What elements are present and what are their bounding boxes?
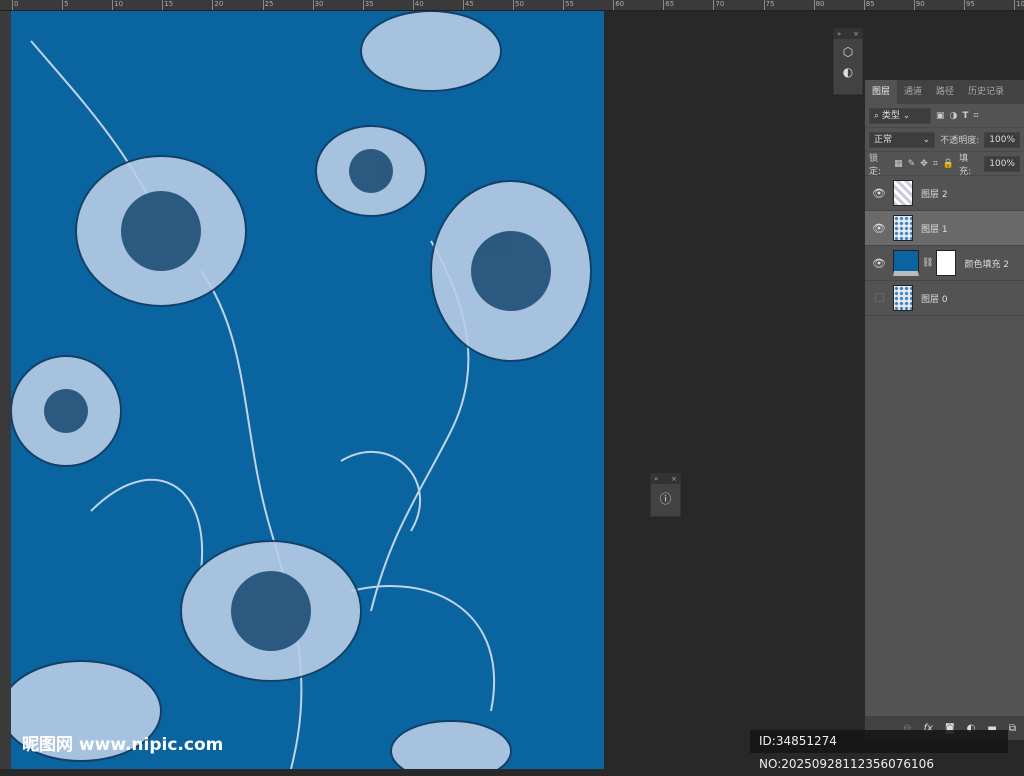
tab-paths[interactable]: 路径 [929, 80, 961, 104]
image-filter-icon[interactable]: ▣ [936, 111, 945, 121]
ruler-tick: 25 [262, 0, 273, 10]
mask-thumbnail [936, 250, 957, 276]
ruler-tick: 50 [513, 0, 524, 10]
lock-move-icon[interactable]: ✥ [920, 159, 928, 169]
layer-thumbnail [893, 285, 913, 311]
ruler-tick: 30 [312, 0, 324, 10]
id-label: ID:34851274 NO:20250928112356076106 [750, 730, 1008, 771]
3d-icon[interactable]: ⬡ [834, 45, 862, 59]
layer-name: 图层 1 [921, 224, 948, 235]
expand-icon[interactable]: » [654, 474, 658, 484]
visibility-eye-icon[interactable]: 👁 [865, 187, 893, 200]
ruler-tick: 90 [913, 0, 925, 10]
close-icon[interactable]: × [671, 474, 677, 484]
visibility-eye-icon[interactable]: 👁 [865, 222, 893, 235]
expand-icon[interactable]: » [837, 29, 841, 39]
ruler-tick: 35 [362, 0, 374, 10]
ruler-tick: 70 [713, 0, 724, 10]
lock-transparent-icon[interactable]: ▦ [894, 159, 903, 169]
horizontal-ruler[interactable]: 0 5 10 15 20 25 30 35 40 45 50 55 60 65 70 75 80 85 90 95 10… [0, 0, 1024, 11]
lock-label: 锁定: [869, 153, 882, 177]
lock-all-icon[interactable]: 🔒 [943, 159, 954, 169]
ruler-tick: 55 [563, 0, 574, 10]
visibility-toggle-empty[interactable] [865, 292, 893, 305]
ruler-tick: 85 [863, 0, 875, 10]
layer-row[interactable]: 👁 图层 1 [865, 211, 1024, 246]
visibility-eye-icon[interactable]: 👁 [865, 257, 893, 270]
ruler-tick: 15 [162, 0, 173, 10]
ruler-tick: 75 [763, 0, 774, 10]
layer-row[interactable]: 👁 图层 2 [865, 176, 1024, 211]
layer-row[interactable]: 图层 0 [865, 281, 1024, 316]
filter-select[interactable]: ⌕ 类型 ⌄ [869, 107, 931, 124]
ruler-tick: 0 [12, 0, 18, 10]
ruler-tick: 65 [663, 0, 674, 10]
tab-history[interactable]: 历史记录 [961, 80, 1011, 104]
ruler-tick: 40 [412, 0, 424, 10]
ruler-tick: 95 [963, 0, 975, 10]
tab-layers[interactable]: 图层 [865, 80, 898, 104]
info-icon[interactable]: ⓘ [651, 490, 680, 507]
ruler-tick: 20 [212, 0, 223, 10]
collapsed-panel-dock: » × ⬡ ◐ [833, 28, 863, 95]
fill-input[interactable]: 100% [984, 155, 1020, 172]
type-filter-icon[interactable]: T [962, 111, 968, 121]
new-layer-icon[interactable]: ⧉ [1009, 723, 1016, 734]
layer-name: 图层 2 [921, 189, 948, 200]
layer-name: 颜色填充 2 [964, 259, 1010, 270]
layer-name: 图层 0 [921, 294, 948, 305]
shape-filter-icon[interactable]: ⌗ [974, 111, 979, 121]
watermark: 昵图网 www.nipic.com [22, 735, 224, 755]
fill-thumbnail [893, 250, 919, 276]
ruler-tick: 60 [613, 0, 624, 10]
close-icon[interactable]: × [853, 29, 859, 39]
layer-thumbnail [893, 180, 913, 206]
ruler-tick: 100 [1014, 0, 1024, 10]
lock-brush-icon[interactable]: ✎ [908, 159, 916, 169]
lock-artboard-icon[interactable]: ⌗ [933, 159, 938, 169]
floral-pattern [11, 11, 592, 769]
adjustments-icon[interactable]: ◐ [834, 65, 862, 79]
document-canvas[interactable] [11, 11, 604, 769]
ruler-tick: 10 [112, 0, 123, 10]
search-icon: ⌕ [874, 110, 880, 121]
vertical-ruler[interactable] [0, 11, 11, 769]
layer-thumbnail [893, 215, 913, 241]
panel-header: » × [651, 474, 680, 484]
opacity-label: 不透明度: [940, 136, 980, 146]
layers-panel: 图层 通道 路径 历史记录 ⌕ 类型 ⌄ ▣ ◑ T ⌗ 正常 ⌄ 不透明度: … [864, 80, 1024, 740]
blend-mode-value: 正常 [874, 134, 893, 145]
ruler-tick: 80 [813, 0, 825, 10]
layer-row[interactable]: 👁 ⛓ 颜色填充 2 [865, 246, 1024, 281]
opacity-input[interactable]: 100% [984, 131, 1020, 148]
fill-label: 填充: [959, 153, 972, 177]
info-panel-dock: » × ⓘ [650, 473, 681, 517]
link-icon[interactable]: ⛓ [922, 258, 933, 268]
ruler-tick: 5 [62, 0, 69, 10]
filter-label: 类型 [881, 110, 900, 121]
panel-header: » × [834, 29, 862, 39]
tab-channels[interactable]: 通道 [897, 80, 929, 104]
adjustment-filter-icon[interactable]: ◑ [950, 111, 958, 121]
blend-mode-select[interactable]: 正常 ⌄ [869, 131, 936, 148]
ruler-tick: 45 [462, 0, 474, 10]
